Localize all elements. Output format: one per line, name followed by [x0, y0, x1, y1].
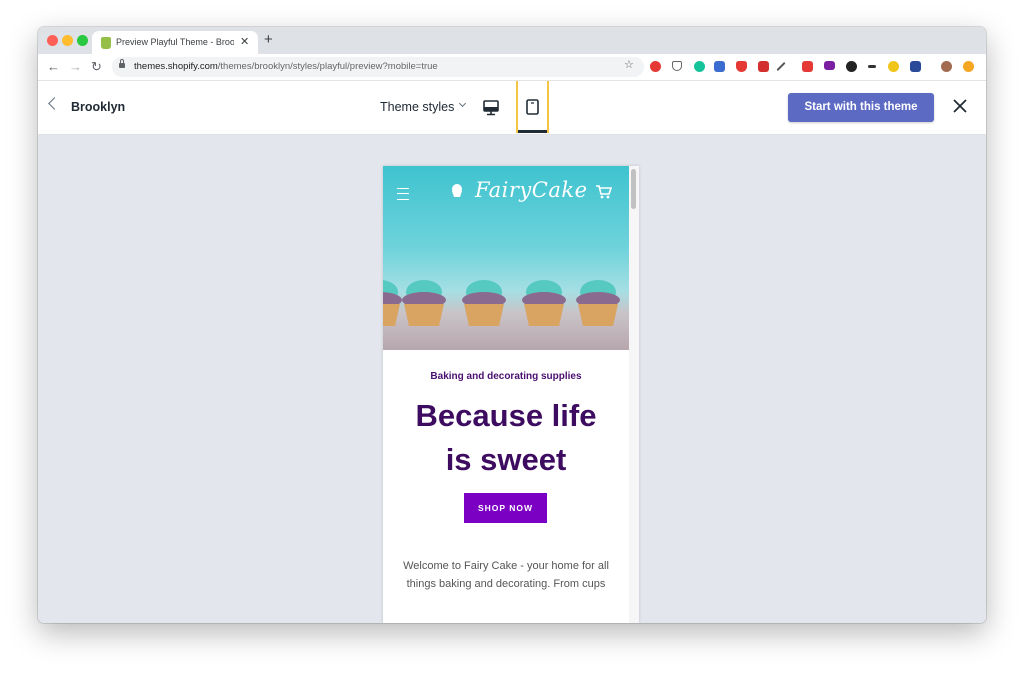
extension-shield-icon[interactable] — [736, 61, 747, 72]
active-view-indicator — [518, 130, 547, 133]
mobile-view-button[interactable] — [516, 81, 549, 133]
reload-icon[interactable]: ↻ — [91, 59, 102, 75]
extension-icon[interactable] — [963, 61, 974, 72]
extension-icon[interactable] — [758, 61, 769, 72]
theme-preview-header: Brooklyn Theme styles Start with this th… — [38, 81, 986, 135]
url-host: themes.shopify.com — [134, 61, 218, 72]
mobile-view-icon — [526, 99, 539, 115]
close-window-button[interactable] — [47, 35, 58, 46]
hero-headline: Because life is sweet — [383, 394, 629, 482]
extension-new-icon[interactable] — [714, 61, 725, 72]
hero-headline-line: is sweet — [445, 442, 567, 477]
cupcake-image — [576, 280, 620, 326]
grammarly-extension-icon[interactable] — [694, 61, 705, 72]
close-icon[interactable] — [950, 96, 970, 116]
cupcake-image — [522, 280, 566, 326]
chevron-down-icon[interactable] — [458, 99, 467, 108]
extension-icon[interactable] — [824, 61, 835, 70]
store-logo[interactable]: FairyCake — [475, 178, 588, 202]
pocket-extension-icon[interactable] — [672, 61, 682, 71]
hero-image: FairyCake — [383, 166, 629, 350]
tab-bar: Preview Playful Theme - Brooklyn ✕ + — [38, 27, 986, 54]
url-path: /themes/brooklyn/styles/playful/preview?… — [217, 61, 438, 72]
extension-id-icon[interactable] — [910, 61, 921, 72]
start-with-theme-button[interactable]: Start with this theme — [788, 93, 934, 122]
lock-icon — [119, 59, 125, 68]
shop-now-button[interactable]: SHOP NOW — [464, 493, 547, 523]
avatar[interactable] — [941, 61, 952, 72]
cupcake-image — [402, 280, 446, 326]
extension-icon[interactable] — [802, 61, 813, 72]
extension-icon[interactable] — [650, 61, 661, 72]
cart-icon[interactable] — [595, 184, 613, 200]
back-arrow-icon[interactable]: ← — [47, 59, 60, 75]
browser-window: Preview Playful Theme - Brooklyn ✕ + ← →… — [38, 27, 986, 623]
tab-close-icon[interactable]: ✕ — [240, 35, 249, 48]
forward-arrow-icon[interactable]: → — [69, 59, 82, 75]
address-bar[interactable]: themes.shopify.com/themes/brooklyn/style… — [112, 57, 644, 77]
browser-tab[interactable]: Preview Playful Theme - Brooklyn ✕ — [92, 31, 258, 54]
scrollbar-thumb[interactable] — [631, 169, 636, 209]
theme-styles-dropdown[interactable]: Theme styles — [380, 100, 454, 114]
welcome-text-line: Welcome to Fairy Cake - your home for al… — [403, 560, 609, 572]
browser-toolbar: ← → ↻ themes.shopify.com/themes/brooklyn… — [38, 54, 986, 81]
bookmark-star-icon[interactable]: ☆ — [624, 58, 634, 71]
extension-icon[interactable] — [888, 61, 899, 72]
chat-extension-icon[interactable] — [846, 61, 857, 72]
welcome-text: Welcome to Fairy Cake - your home for al… — [393, 557, 619, 593]
hero-headline-line: Because life — [415, 398, 597, 433]
welcome-text-line: things baking and decorating. From cups — [406, 578, 606, 590]
zoom-window-button[interactable] — [77, 35, 88, 46]
back-link[interactable]: Brooklyn — [71, 100, 125, 114]
shopify-favicon-icon — [101, 37, 111, 49]
preview-stage: FairyCake Baking and decorating supplies… — [38, 135, 986, 623]
tab-title: Preview Playful Theme - Brooklyn — [116, 37, 234, 47]
desktop-view-icon[interactable] — [478, 95, 504, 121]
url-text: themes.shopify.com/themes/brooklyn/style… — [134, 61, 438, 72]
mobile-preview-frame[interactable]: FairyCake Baking and decorating supplies… — [383, 166, 639, 623]
preview-scrollbar[interactable] — [629, 166, 639, 623]
cupcake-logo-icon — [452, 184, 462, 197]
new-tab-button[interactable]: + — [264, 32, 273, 47]
eyedropper-extension-icon[interactable] — [776, 61, 786, 72]
hamburger-menu-icon[interactable] — [397, 188, 409, 200]
dots-extension-icon[interactable] — [868, 65, 876, 68]
chevron-left-icon[interactable] — [48, 97, 61, 110]
minimize-window-button[interactable] — [62, 35, 73, 46]
hero-subheading: Baking and decorating supplies — [430, 371, 582, 382]
cupcake-image — [462, 280, 506, 326]
